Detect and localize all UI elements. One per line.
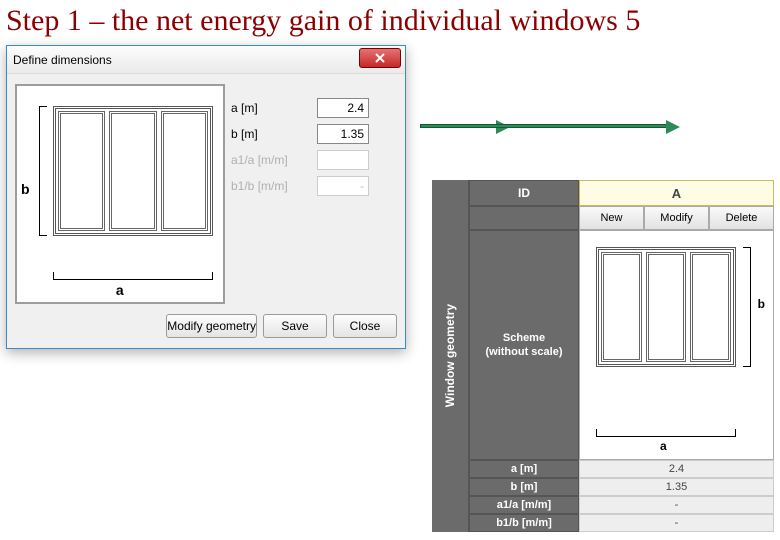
row-a1a-label: a1/a [m/m]	[469, 496, 579, 514]
panel-side-title: Window geometry	[432, 180, 468, 532]
scheme-b-label: b	[758, 297, 765, 311]
id-label: ID	[469, 180, 579, 206]
dim-a-label: a	[116, 282, 124, 298]
row-a-label: a [m]	[469, 460, 579, 478]
row-b-label: b [m]	[469, 478, 579, 496]
field-b1b-label: b1/b [m/m]	[231, 179, 311, 193]
field-a1a-label: a1/a [m/m]	[231, 153, 311, 167]
field-a1a-input	[317, 150, 369, 170]
row-b1b-label: b1/b [m/m]	[469, 514, 579, 532]
field-b-input[interactable]	[317, 124, 369, 144]
scheme-label: Scheme (without scale)	[469, 230, 579, 460]
define-dimensions-dialog: Define dimensions b a a [m] b [m] a1	[6, 45, 406, 349]
field-a-input[interactable]	[317, 98, 369, 118]
window-icon	[596, 247, 736, 367]
delete-button[interactable]: Delete	[709, 206, 774, 230]
dialog-title: Define dimensions	[13, 53, 112, 67]
row-a1a-value: -	[579, 496, 774, 514]
modify-button[interactable]: Modify	[644, 206, 709, 230]
scheme-a-label: a	[660, 439, 667, 453]
field-a-label: a [m]	[231, 101, 311, 115]
new-button[interactable]: New	[579, 206, 644, 230]
save-button[interactable]: Save	[263, 314, 327, 338]
window-icon	[53, 106, 213, 236]
row-a-value: 2.4	[579, 460, 774, 478]
slide-title: Step 1 – the net energy gain of individu…	[0, 0, 780, 42]
dialog-titlebar[interactable]: Define dimensions	[7, 46, 405, 74]
scheme-preview: b a	[579, 230, 774, 460]
row-b-value: 1.35	[579, 478, 774, 496]
close-icon[interactable]	[359, 48, 401, 68]
close-button[interactable]: Close	[333, 314, 397, 338]
id-value[interactable]: A	[579, 180, 774, 206]
arrow-to-value	[420, 120, 680, 132]
dim-b-label: b	[21, 181, 30, 197]
row-b1b-value: -	[579, 514, 774, 532]
modify-geometry-button[interactable]: Modify geometry	[166, 314, 257, 338]
geometry-preview: b a	[15, 84, 225, 304]
window-geometry-panel: Window geometry ID A New Modify Delete S…	[432, 180, 774, 532]
field-b-label: b [m]	[231, 127, 311, 141]
field-b1b-input	[317, 176, 369, 196]
